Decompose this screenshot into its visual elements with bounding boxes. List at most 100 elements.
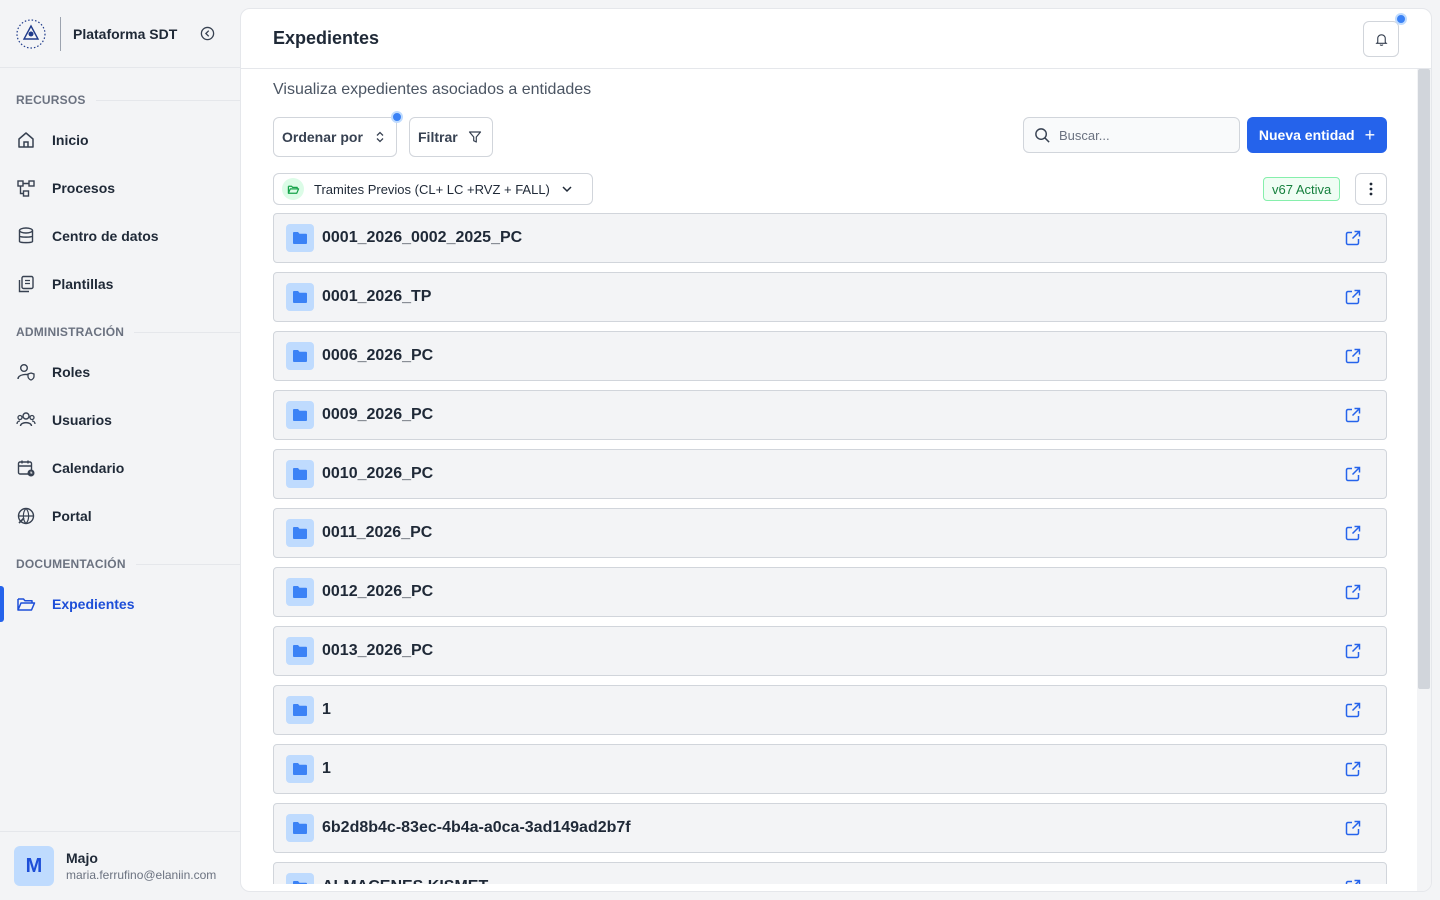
sidebar-item-procesos[interactable]: Procesos (0, 164, 240, 212)
sidebar-item-usuarios[interactable]: Usuarios (0, 396, 240, 444)
sidebar-item-roles[interactable]: Roles (0, 348, 240, 396)
kebab-menu-icon (1369, 182, 1373, 196)
workflow-icon (16, 178, 36, 198)
list-item[interactable]: 0010_2026_PC (273, 449, 1387, 499)
external-link-icon[interactable] (1344, 465, 1362, 483)
expediente-name: 1 (322, 760, 331, 777)
folder-icon (286, 873, 314, 884)
search-field[interactable] (1023, 117, 1240, 153)
page-title: Expedientes (273, 28, 380, 48)
notifications-button[interactable] (1363, 13, 1407, 57)
external-link-icon[interactable] (1344, 642, 1362, 660)
section-title: ADMINISTRACIÓN (16, 325, 125, 339)
users-icon (16, 410, 36, 430)
list-item[interactable]: 0011_2026_PC (273, 508, 1387, 558)
expedientes-list: 0001_2026_0002_2025_PC 0001_2026_TP 0006_2… (273, 213, 1387, 884)
collapse-sidebar-icon[interactable] (199, 26, 215, 42)
external-link-icon[interactable] (1344, 701, 1362, 719)
folder-open-icon (16, 594, 36, 614)
external-link-icon[interactable] (1344, 288, 1362, 306)
coat-of-arms-logo[interactable] (14, 17, 48, 51)
external-link-icon[interactable] (1344, 819, 1362, 837)
more-options-button[interactable] (1355, 173, 1387, 205)
sidebar-item-label: Calendario (52, 460, 125, 476)
list-item[interactable]: 0009_2026_PC (273, 390, 1387, 440)
globe-icon (16, 506, 36, 526)
expediente-name: 0009_2026_PC (322, 406, 434, 423)
entity-bar: Tramites Previos (CL+ LC +RVZ + FALL) v6… (273, 173, 1387, 205)
list-item[interactable]: 0001_2026_TP (273, 272, 1387, 322)
user-name: Majo (66, 850, 98, 866)
home-icon (16, 130, 36, 150)
expediente-name: 0013_2026_PC (322, 642, 434, 659)
sidebar-item-label: Roles (52, 364, 91, 380)
main-panel: Expedientes Visualiza expedientes asocia… (240, 8, 1432, 892)
sidebar-item-centro-de-datos[interactable]: Centro de datos (0, 212, 240, 260)
external-link-icon[interactable] (1344, 347, 1362, 365)
list-item[interactable]: 0013_2026_PC (273, 626, 1387, 676)
list-item[interactable]: 0012_2026_PC (273, 567, 1387, 617)
list-item[interactable]: ALMACENES KISMET (273, 862, 1387, 884)
external-link-icon[interactable] (1344, 760, 1362, 778)
folder-icon (286, 814, 314, 842)
scrollbar-thumb[interactable] (1418, 69, 1430, 689)
folder-icon (286, 283, 314, 311)
calendar-icon (16, 458, 36, 478)
folder-icon (286, 578, 314, 606)
search-input[interactable] (1059, 127, 1229, 143)
expediente-name: 0012_2026_PC (322, 583, 434, 600)
sidebar-item-plantillas[interactable]: Plantillas (0, 260, 240, 308)
folder-icon (286, 637, 314, 665)
sidebar-item-label: Portal (52, 508, 92, 524)
list-item[interactable]: 1 (273, 685, 1387, 735)
sort-indicator-dot (391, 111, 403, 123)
sidebar-item-label: Inicio (52, 132, 89, 148)
sidebar-item-portal[interactable]: Portal (0, 492, 240, 540)
page-subtitle: Visualiza expedientes asociados a entida… (273, 81, 592, 98)
list-item[interactable]: 0006_2026_PC (273, 331, 1387, 381)
new-entity-button[interactable]: Nueva entidad + (1247, 117, 1387, 153)
entity-selector[interactable]: Tramites Previos (CL+ LC +RVZ + FALL) (273, 173, 593, 205)
user-profile[interactable]: M Majo maria.ferrufino@elaniin.com (0, 831, 240, 900)
plus-icon: + (1364, 125, 1376, 145)
sidebar-item-inicio[interactable]: Inicio (0, 116, 240, 164)
user-email: maria.ferrufino@elaniin.com (66, 868, 217, 882)
sidebar-item-calendario[interactable]: Calendario (0, 444, 240, 492)
external-link-icon[interactable] (1344, 583, 1362, 601)
filter-button[interactable]: Filtrar (409, 117, 493, 157)
external-link-icon[interactable] (1344, 878, 1362, 884)
brand-divider (60, 16, 61, 51)
sidebar-item-label: Centro de datos (52, 228, 159, 244)
sidebar-item-expedientes[interactable]: Expedientes (0, 580, 240, 628)
folder-icon (286, 224, 314, 252)
external-link-icon[interactable] (1344, 524, 1362, 542)
sort-chevrons-icon (376, 131, 384, 143)
notification-dot (1395, 13, 1407, 25)
section-documentacion: DOCUMENTACIÓN (0, 556, 240, 572)
folder-icon (286, 342, 314, 370)
list-item[interactable]: 6b2d8b4c-83ec-4b4a-a0ca-3ad149ad2b7f (273, 803, 1387, 853)
app-name: Plataforma SDT (73, 25, 178, 42)
sidebar-item-label: Plantillas (52, 276, 114, 292)
list-item[interactable]: 1 (273, 744, 1387, 794)
bell-icon (1374, 33, 1388, 46)
sidebar-item-label: Procesos (52, 180, 116, 196)
avatar: M (14, 846, 54, 886)
brand-header: Plataforma SDT (0, 0, 240, 68)
entity-selector-label: Tramites Previos (CL+ LC +RVZ + FALL) (314, 181, 550, 197)
content-area: Visualiza expedientes asociados a entida… (273, 69, 1387, 884)
folder-green-icon (282, 178, 304, 200)
list-item[interactable]: 0001_2026_0002_2025_PC (273, 213, 1387, 263)
sidebar: Plataforma SDT RECURSOS Inicio Procesos … (0, 0, 240, 900)
section-administracion: ADMINISTRACIÓN (0, 324, 240, 340)
expediente-name: 0006_2026_PC (322, 347, 434, 364)
chevron-down-icon (562, 186, 572, 193)
external-link-icon[interactable] (1344, 229, 1362, 247)
sort-button[interactable]: Ordenar por (273, 111, 403, 157)
external-link-icon[interactable] (1344, 406, 1362, 424)
version-badge: v67 Activa (1263, 177, 1341, 201)
folder-icon (286, 460, 314, 488)
expediente-name: 0001_2026_TP (322, 288, 432, 305)
templates-icon (16, 274, 36, 294)
sidebar-item-label: Expedientes (52, 596, 135, 612)
